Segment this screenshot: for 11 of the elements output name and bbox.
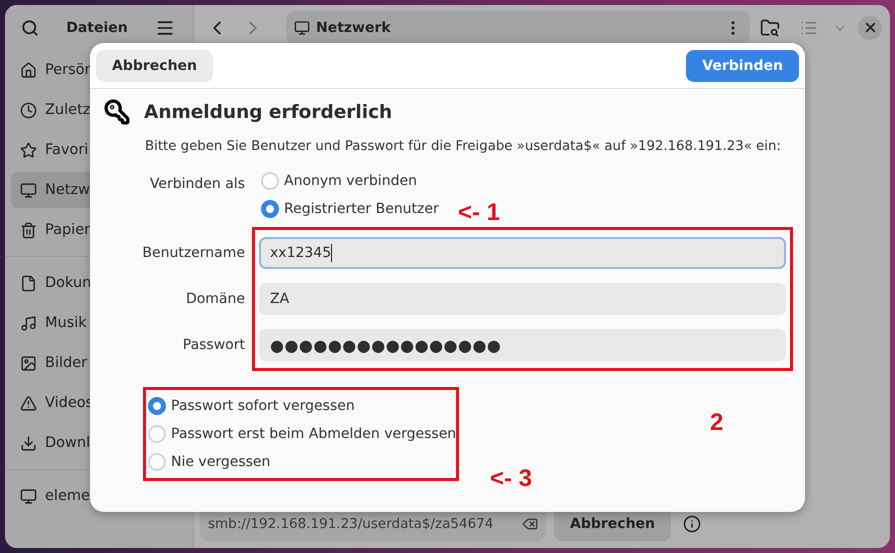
field-label: Passwort — [182, 336, 245, 355]
dialog-title: Anmeldung erforderlich — [144, 102, 392, 122]
connect-as-label: Verbinden als — [150, 175, 245, 192]
field-label: Domäne — [186, 290, 245, 309]
path-label: Netzwerk — [316, 20, 391, 36]
sidebar-title: Dateien — [66, 20, 128, 36]
dialog-description: Bitte geben Sie Benutzer und Passwort für die Freigabe »userdata$« auf »192.168.191.23« ein: — [145, 139, 782, 154]
annotation-label: <- 3 — [490, 465, 532, 493]
annotation-label: 2 — [710, 409, 724, 437]
field-label: Benutzername — [142, 244, 245, 263]
annotation-label: <- 1 — [458, 199, 500, 227]
